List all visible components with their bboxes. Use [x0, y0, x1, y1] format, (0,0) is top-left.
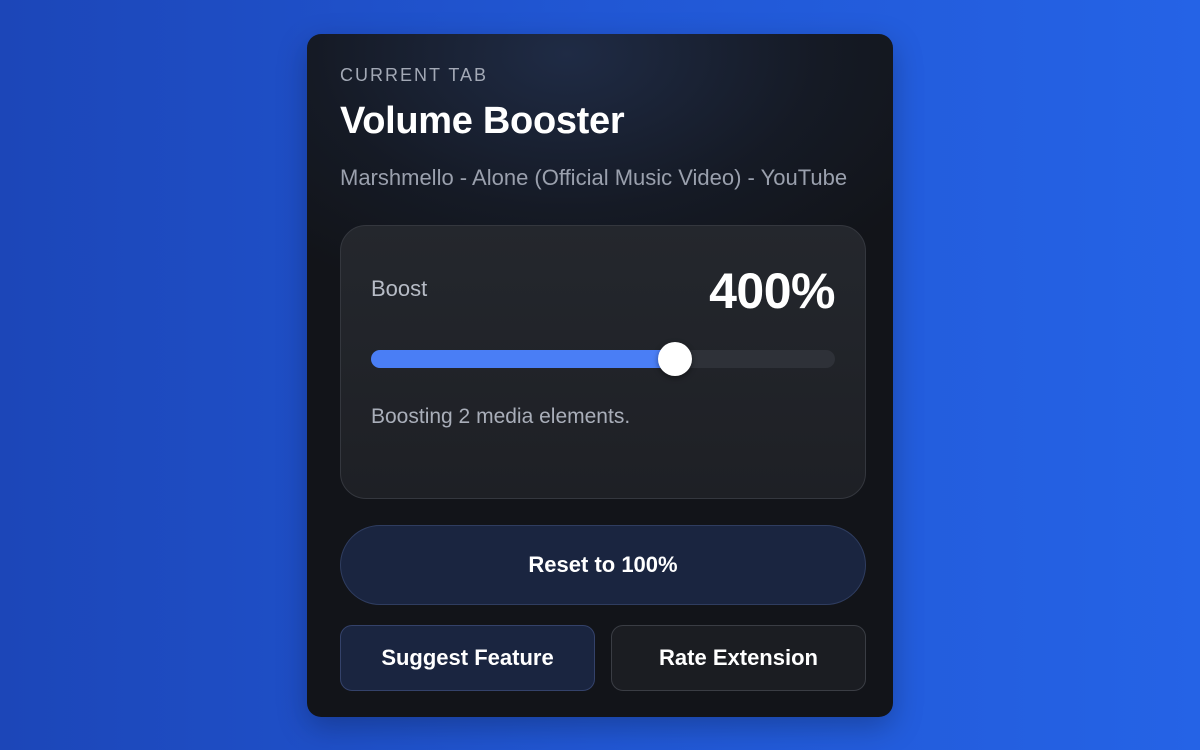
rate-extension-button[interactable]: Rate Extension	[611, 625, 866, 691]
boost-value: 400%	[709, 263, 835, 319]
boost-slider-fill	[371, 350, 675, 368]
boost-label: Boost	[371, 276, 428, 301]
boost-slider[interactable]	[371, 342, 835, 376]
boost-card: Boost 400% Boosting 2 media elements.	[340, 225, 866, 499]
extension-popup: CURRENT TAB Volume Booster Marshmello - …	[307, 34, 893, 717]
boost-status-text: Boosting 2 media elements.	[371, 405, 631, 428]
boost-slider-thumb[interactable]	[657, 342, 692, 376]
reset-button[interactable]: Reset to 100%	[340, 525, 866, 605]
page-title: Volume Booster	[340, 100, 625, 142]
suggest-feature-button[interactable]: Suggest Feature	[340, 625, 595, 691]
current-tab-title: Marshmello - Alone (Official Music Video…	[340, 165, 848, 190]
section-eyebrow: CURRENT TAB	[340, 65, 489, 85]
